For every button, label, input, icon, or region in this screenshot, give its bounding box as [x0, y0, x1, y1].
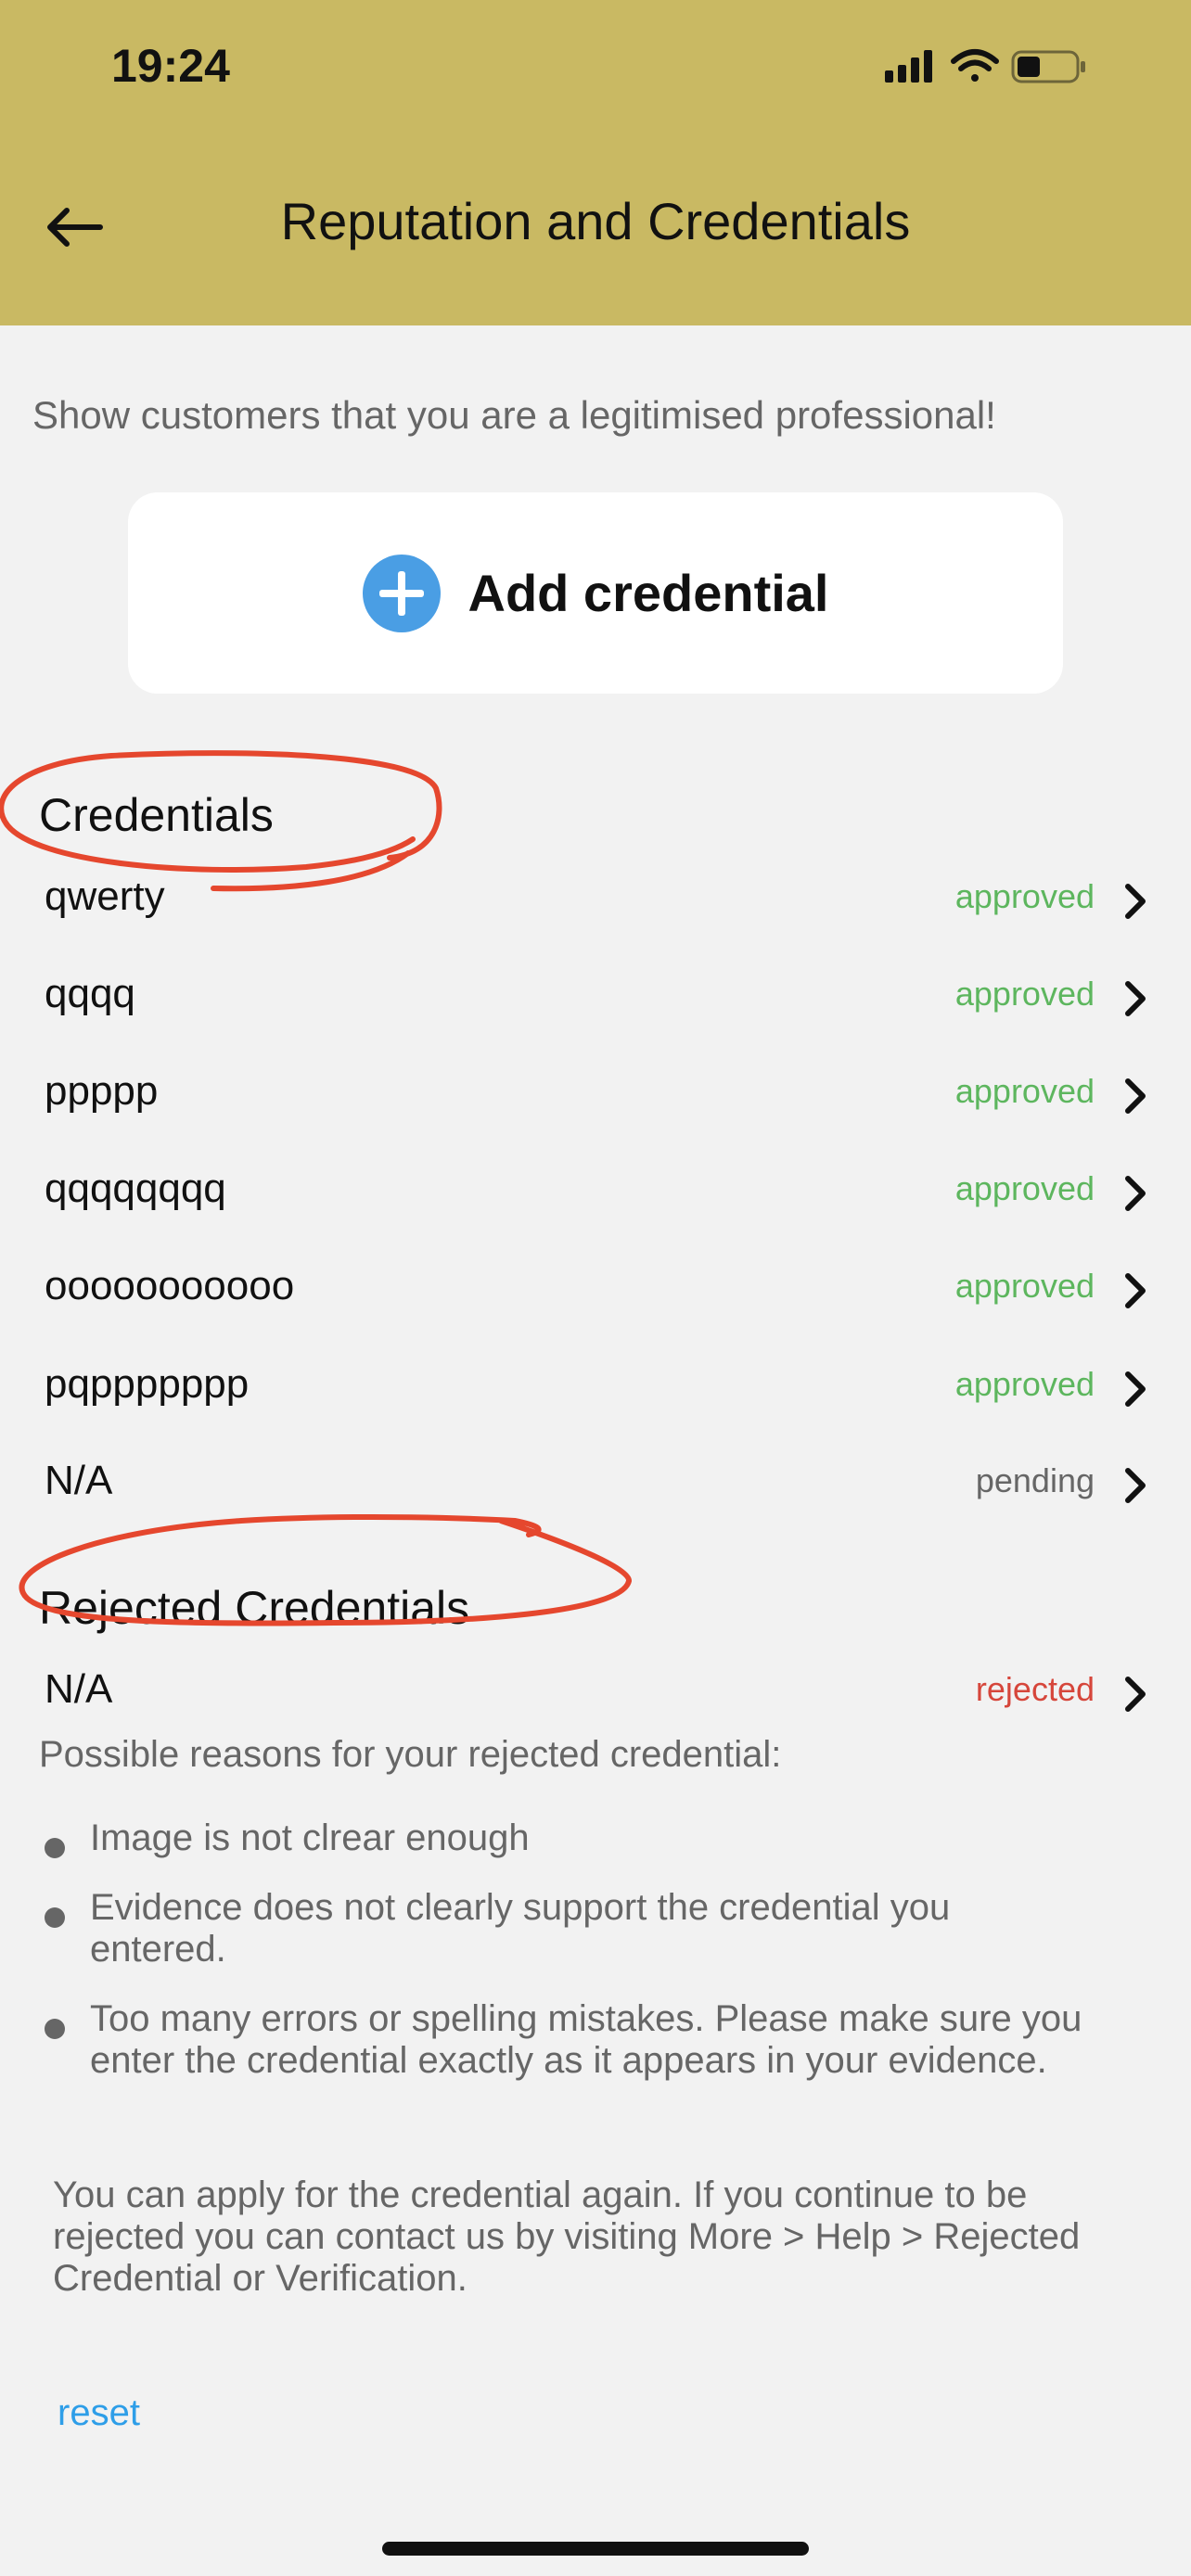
- credential-name: ppppp: [45, 1068, 159, 1114]
- plus-icon: [362, 554, 441, 632]
- rejection-reasons-title: Possible reasons for your rejected crede…: [39, 1734, 782, 1775]
- credential-row[interactable]: qqqq approved: [0, 960, 1191, 1034]
- list-item: Evidence does not clearly support the cr…: [39, 1887, 980, 1970]
- reason-text: Too many errors or spelling mistakes. Pl…: [90, 1998, 1082, 2081]
- rejection-reasons-list: Image is not clrear enough Evidence does…: [39, 1817, 1152, 2110]
- credential-name: N/A: [45, 1666, 113, 1712]
- reset-link[interactable]: reset: [58, 2392, 140, 2434]
- credential-status: approved: [954, 975, 1095, 1013]
- rejected-credential-row[interactable]: N/A rejected: [0, 1655, 1191, 1729]
- credential-status: approved: [954, 1072, 1095, 1110]
- add-credential-label: Add credential: [467, 564, 829, 622]
- intro-text: Show customers that you are a legitimise…: [32, 393, 996, 437]
- credential-row[interactable]: ooooooooooo approved: [0, 1252, 1191, 1326]
- credential-row[interactable]: ppppp approved: [0, 1057, 1191, 1131]
- credential-name: qqqq: [45, 971, 135, 1016]
- bullet-icon: [45, 1907, 65, 1928]
- chevron-right-icon: [1125, 1468, 1146, 1503]
- bullet-icon: [45, 1838, 65, 1858]
- reapply-note: You can apply for the credential again. …: [53, 2174, 1081, 2299]
- list-item: Image is not clrear enough: [39, 1817, 1152, 1859]
- reason-text: Evidence does not clearly support the cr…: [90, 1887, 951, 1970]
- credential-name: N/A: [45, 1458, 113, 1503]
- credential-row[interactable]: qwerty approved: [0, 862, 1191, 937]
- chevron-right-icon: [1125, 1677, 1146, 1712]
- credential-status: rejected: [975, 1670, 1095, 1708]
- bullet-icon: [45, 2019, 65, 2039]
- credential-status: pending: [975, 1461, 1095, 1499]
- list-item: Too many errors or spelling mistakes. Pl…: [39, 1998, 1152, 2082]
- chevron-right-icon: [1125, 1078, 1146, 1114]
- chevron-right-icon: [1125, 981, 1146, 1016]
- chevron-right-icon: [1125, 1371, 1146, 1407]
- credential-status: approved: [954, 877, 1095, 915]
- page-title: Reputation and Credentials: [280, 192, 911, 250]
- credentials-section-title: Credentials: [39, 789, 274, 841]
- chevron-right-icon: [1125, 884, 1146, 919]
- chevron-right-icon: [1125, 1176, 1146, 1211]
- credential-row[interactable]: N/A pending: [0, 1447, 1191, 1521]
- credential-row[interactable]: pqppppppp approved: [0, 1350, 1191, 1424]
- app-header: 19:24 Reputation and Credentials: [0, 0, 1191, 325]
- credential-status: approved: [954, 1169, 1095, 1207]
- rejected-section-title: Rejected Credentials: [39, 1582, 470, 1634]
- wifi-icon: [951, 49, 999, 82]
- reason-text: Image is not clrear enough: [90, 1817, 530, 1858]
- chevron-right-icon: [1125, 1273, 1146, 1308]
- status-icons: [876, 43, 1135, 89]
- credential-name: pqppppppp: [45, 1361, 250, 1407]
- credential-name: qwerty: [45, 874, 165, 919]
- credential-status: approved: [954, 1365, 1095, 1403]
- credential-status: approved: [954, 1267, 1095, 1305]
- credential-row[interactable]: qqqqqqqq approved: [0, 1154, 1191, 1229]
- status-time: 19:24: [111, 40, 230, 92]
- battery-icon: [1011, 50, 1085, 83]
- add-credential-button[interactable]: Add credential: [128, 492, 1063, 694]
- credential-name: ooooooooooo: [45, 1263, 295, 1308]
- signal-icon: [885, 50, 932, 83]
- credential-name: qqqqqqqq: [45, 1166, 226, 1211]
- home-indicator: [382, 2542, 809, 2556]
